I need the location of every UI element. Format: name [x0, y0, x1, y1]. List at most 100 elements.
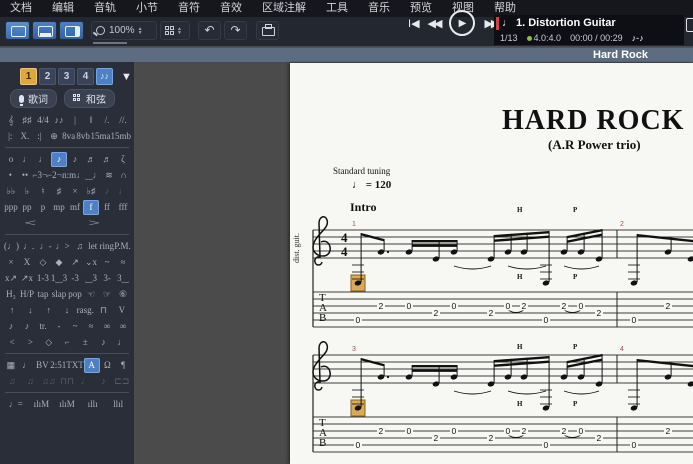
- legato-slide-icon[interactable]: 1‿3: [51, 271, 67, 286]
- accent-icon[interactable]: ♩>: [54, 239, 71, 254]
- chord-diagram-icon[interactable]: ▦: [3, 358, 19, 373]
- menu-音乐[interactable]: 音乐: [358, 0, 400, 17]
- tab-fret-number[interactable]: 0: [506, 301, 511, 311]
- hammer-pull-icon[interactable]: H/P: [19, 287, 35, 302]
- wide-vibrato-icon[interactable]: ≈: [115, 255, 131, 270]
- quindicesima-bassa-icon[interactable]: 15mb: [110, 129, 131, 144]
- mixer-icon[interactable]: [686, 18, 693, 32]
- master-automation-icon[interactable]: llıl: [105, 397, 131, 412]
- triplet-icon[interactable]: ⌐3¬: [32, 168, 47, 183]
- fingering-icon[interactable]: ⑥: [115, 287, 131, 302]
- instrument-automation-icon[interactable]: ıllı: [80, 397, 106, 412]
- zoom-value[interactable]: 100%: [109, 25, 135, 36]
- pickscrape-icon[interactable]: ⌐: [58, 335, 76, 350]
- tab-fret-number[interactable]: 0: [632, 440, 637, 450]
- bend-release-icon[interactable]: ⌄x: [83, 255, 99, 270]
- layout-control[interactable]: ▲ ▼: [160, 21, 190, 40]
- undo-button[interactable]: ↶: [198, 21, 221, 40]
- slur[interactable]: [563, 390, 600, 395]
- fingering-alt-icon[interactable]: ♩: [113, 335, 131, 350]
- measure-number[interactable]: 2: [620, 221, 624, 228]
- fade-out-icon[interactable]: >: [21, 335, 39, 350]
- staccato-icon[interactable]: ♩.: [20, 239, 37, 254]
- measure-number[interactable]: 1: [352, 221, 356, 228]
- tab-fret-number[interactable]: 0: [506, 426, 511, 436]
- left-hand-icon[interactable]: ☜: [83, 287, 99, 302]
- pop-icon[interactable]: pop: [67, 287, 83, 302]
- enharmonic-icon[interactable]: ♪: [99, 184, 115, 199]
- menu-小节[interactable]: 小节: [126, 0, 168, 17]
- natural-harmonic-icon[interactable]: ◇: [35, 255, 51, 270]
- accidental-toggle-icon[interactable]: ♭♯: [83, 184, 99, 199]
- barline-icon[interactable]: |: [67, 113, 83, 128]
- menu-音符[interactable]: 音符: [168, 0, 210, 17]
- tab-fret-number[interactable]: 0: [407, 426, 412, 436]
- menu-区域注解[interactable]: 区域注解: [252, 0, 316, 17]
- slide-out-down-icon[interactable]: 3-: [99, 271, 115, 286]
- tab-fret-number[interactable]: 2: [562, 426, 567, 436]
- tab-fret-number[interactable]: 2: [666, 426, 671, 436]
- double-dot-icon[interactable]: ••: [18, 168, 33, 183]
- time-sig-numerator[interactable]: 4: [341, 230, 348, 245]
- beam[interactable]: [637, 359, 693, 368]
- coda-icon[interactable]: ⊕: [47, 129, 62, 144]
- ottava-alta-icon[interactable]: 8va: [61, 129, 76, 144]
- duplet-icon[interactable]: ⌐2¬: [47, 168, 62, 183]
- augmentation-dot[interactable]: [386, 250, 390, 254]
- multivoice-button[interactable]: ♪♪: [96, 68, 113, 85]
- menu-工具[interactable]: 工具: [316, 0, 358, 17]
- measure-number[interactable]: 4: [620, 346, 624, 353]
- tie-icon[interactable]: ♩‿♩: [76, 168, 101, 183]
- slide-out-curve-icon[interactable]: 3‿: [115, 271, 131, 286]
- slide-in-icon[interactable]: -3: [67, 271, 83, 286]
- menu-音效[interactable]: 音效: [210, 0, 252, 17]
- menu-音轨[interactable]: 音轨: [84, 0, 126, 17]
- fermata-icon[interactable]: ∩: [116, 168, 131, 183]
- beam-group-icon[interactable]: ⊓⊓: [58, 374, 76, 389]
- dyn-ppp-icon[interactable]: ppp: [3, 200, 19, 215]
- vibrato-icon[interactable]: ~: [99, 255, 115, 270]
- tab-fret-number[interactable]: 2: [489, 433, 494, 443]
- score-page[interactable]: HARD ROCK (A.R Power trio) Standard tuni…: [290, 63, 693, 464]
- dyn-f-icon[interactable]: f: [83, 199, 99, 215]
- decrescendo-icon[interactable]: >: [22, 216, 134, 231]
- zoom-control[interactable]: 100% ▲ ▼: [91, 21, 157, 40]
- articulation-label[interactable]: H: [517, 343, 523, 351]
- loop-a-icon[interactable]: ∞: [99, 319, 115, 334]
- note-head[interactable]: [687, 256, 693, 263]
- rasgueado-icon[interactable]: rasg.: [76, 303, 94, 318]
- downstroke-icon[interactable]: ⊓: [94, 303, 112, 318]
- tab-fret-number[interactable]: 0: [407, 301, 412, 311]
- quindicesima-alta-icon[interactable]: 15ma: [90, 129, 110, 144]
- slide-out-icon[interactable]: ↗x: [19, 271, 35, 286]
- slap-icon[interactable]: slap: [51, 287, 67, 302]
- wah-icon[interactable]: ±: [76, 335, 94, 350]
- print-button[interactable]: [256, 21, 279, 40]
- tremolo-bar-icon[interactable]: ~: [67, 319, 83, 334]
- tab-fret-number[interactable]: 0: [632, 315, 637, 325]
- time-sig-denominator[interactable]: 4: [341, 244, 348, 259]
- ghost-icon[interactable]: ♩: [115, 184, 131, 199]
- note-head[interactable]: [687, 381, 693, 388]
- whole-note-icon[interactable]: o: [3, 152, 19, 167]
- time-signature-icon[interactable]: 4/4: [35, 113, 51, 128]
- dead-note-icon[interactable]: ×: [3, 255, 19, 270]
- eighth-note-icon[interactable]: ♪: [51, 151, 67, 167]
- tab-fret-number[interactable]: 2: [522, 426, 527, 436]
- quarter-note-icon[interactable]: ♩: [35, 152, 51, 167]
- slur[interactable]: [563, 265, 600, 270]
- layout-spinner[interactable]: ▲ ▼: [177, 26, 182, 35]
- tab-fret-number[interactable]: 2: [434, 433, 439, 443]
- sixtyfourth-note-icon[interactable]: ♬: [99, 152, 115, 167]
- slide-in-curve-icon[interactable]: ‿3: [83, 271, 99, 286]
- tab-letter[interactable]: B: [319, 312, 326, 324]
- double-barline-icon[interactable]: ‖: [83, 113, 99, 128]
- half-note-icon[interactable]: ♩: [19, 152, 35, 167]
- right-hand-icon[interactable]: ☞: [99, 287, 115, 302]
- beam[interactable]: [412, 244, 458, 247]
- beam-brackets-icon[interactable]: ⊏⊐: [113, 374, 131, 389]
- free-time-icon[interactable]: ♪♪: [51, 113, 67, 128]
- go-begin-button[interactable]: Ι◀: [408, 17, 420, 30]
- upstroke-icon[interactable]: V: [113, 303, 131, 318]
- articulation-label[interactable]: H: [517, 206, 523, 214]
